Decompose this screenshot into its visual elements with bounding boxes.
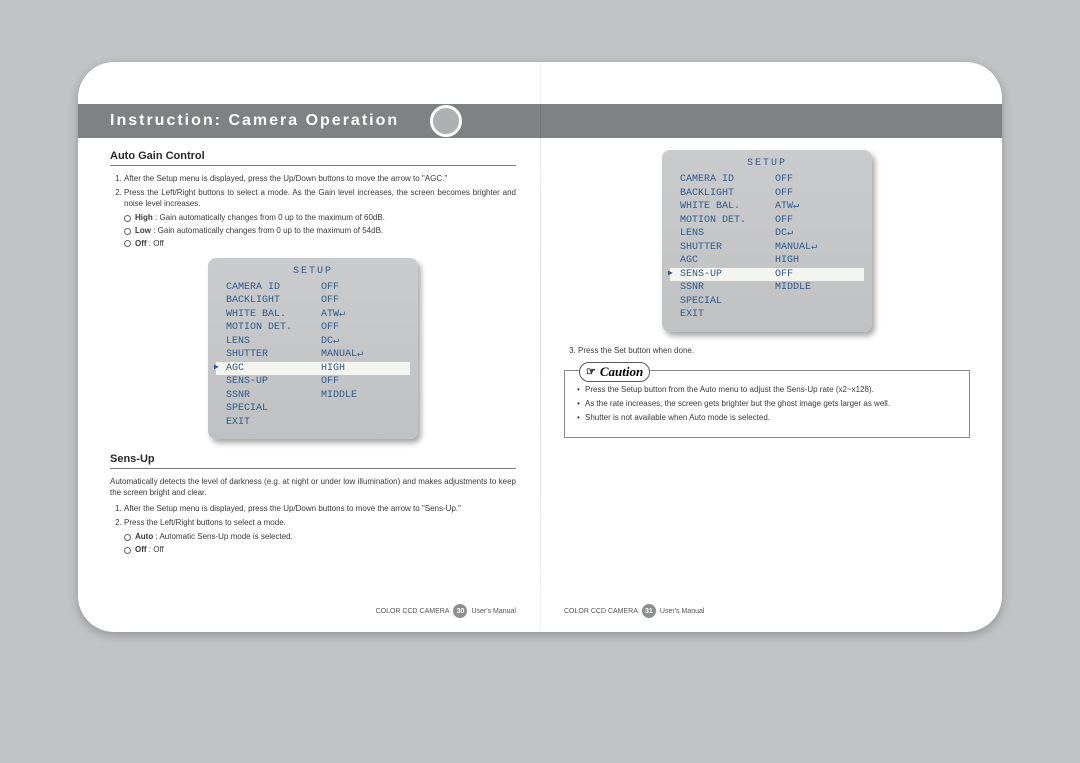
osd-menu-row: BACKLIGHTOFF	[678, 187, 856, 201]
page-left: Auto Gain Control After the Setup menu i…	[78, 62, 540, 632]
osd-menu-row: LENSDC↵	[678, 227, 856, 241]
osd-menu-sensup: SETUP CAMERA IDOFFBACKLIGHTOFFWHITE BAL.…	[662, 150, 872, 332]
page-spread: Instruction: Camera Operation Auto Gain …	[78, 62, 1002, 632]
osd-menu-title: SETUP	[678, 158, 856, 169]
osd-menu-title: SETUP	[224, 266, 402, 277]
osd-menu-row: AGCHIGH	[678, 254, 856, 268]
osd-menu-row: SENS-UPOFF	[224, 375, 402, 389]
sensup-step: After the Setup menu is displayed, press…	[124, 504, 516, 515]
osd-menu-row: SSNRMIDDLE	[224, 389, 402, 403]
osd-menu-row: WHITE BAL.ATW↵	[224, 308, 402, 322]
osd-menu-row: AGCHIGH	[216, 362, 410, 376]
osd-menu-row: LENSDC↵	[224, 335, 402, 349]
sensup-step3-list: Press the Set button when done.	[564, 346, 970, 357]
caution-box: ☞ Caution Press the Setup button from th…	[564, 370, 970, 437]
caution-item: Shutter is not available when Auto mode …	[577, 413, 957, 424]
osd-menu-row: CAMERA IDOFF	[224, 281, 402, 295]
footer-left: COLOR CCD CAMERA 30 User's Manual	[376, 604, 516, 618]
section-heading-sensup: Sens-Up	[110, 453, 516, 469]
caution-label: ☞ Caution	[579, 362, 650, 382]
agc-step: Press the Left/Right buttons to select a…	[124, 188, 516, 210]
osd-menu-row: SSNRMIDDLE	[678, 281, 856, 295]
footer-right: COLOR CCD CAMERA 31 User's Manual	[564, 604, 704, 618]
osd-menu-row: SPECIAL	[224, 402, 402, 416]
osd-menu-row: MOTION DET.OFF	[678, 214, 856, 228]
osd-menu-row: MOTION DET.OFF	[224, 321, 402, 335]
sensup-steps: After the Setup menu is displayed, press…	[110, 504, 516, 529]
page-number: 31	[642, 604, 656, 618]
osd-menu-row: SHUTTERMANUAL↵	[224, 348, 402, 362]
caution-item: As the rate increases, the screen gets b…	[577, 399, 957, 410]
agc-step: After the Setup menu is displayed, press…	[124, 174, 516, 185]
osd-menu-row: SENS-UPOFF	[670, 268, 864, 282]
osd-menu-row: EXIT	[678, 308, 856, 322]
agc-steps: After the Setup menu is displayed, press…	[110, 174, 516, 209]
hand-icon: ☞	[586, 365, 596, 380]
page-number: 30	[453, 604, 467, 618]
caution-item: Press the Setup button from the Auto men…	[577, 385, 957, 396]
osd-menu-agc: SETUP CAMERA IDOFFBACKLIGHTOFFWHITE BAL.…	[208, 258, 418, 440]
sensup-step3: Press the Set button when done.	[578, 346, 970, 357]
sensup-step: Press the Left/Right buttons to select a…	[124, 518, 516, 529]
caution-list: Press the Setup button from the Auto men…	[577, 385, 957, 423]
agc-options: High : Gain automatically changes from 0…	[110, 213, 516, 249]
osd-menu-row: CAMERA IDOFF	[678, 173, 856, 187]
page-right: SETUP CAMERA IDOFFBACKLIGHTOFFWHITE BAL.…	[540, 62, 1002, 632]
osd-menu-row: BACKLIGHTOFF	[224, 294, 402, 308]
osd-menu-row: SHUTTERMANUAL↵	[678, 241, 856, 255]
osd-menu-row: SPECIAL	[678, 295, 856, 309]
sensup-options: Auto : Automatic Sens-Up mode is selecte…	[110, 532, 516, 556]
osd-menu-row: WHITE BAL.ATW↵	[678, 200, 856, 214]
sensup-intro: Automatically detects the level of darkn…	[110, 477, 516, 499]
section-heading-agc: Auto Gain Control	[110, 150, 516, 166]
osd-menu-row: EXIT	[224, 416, 402, 430]
